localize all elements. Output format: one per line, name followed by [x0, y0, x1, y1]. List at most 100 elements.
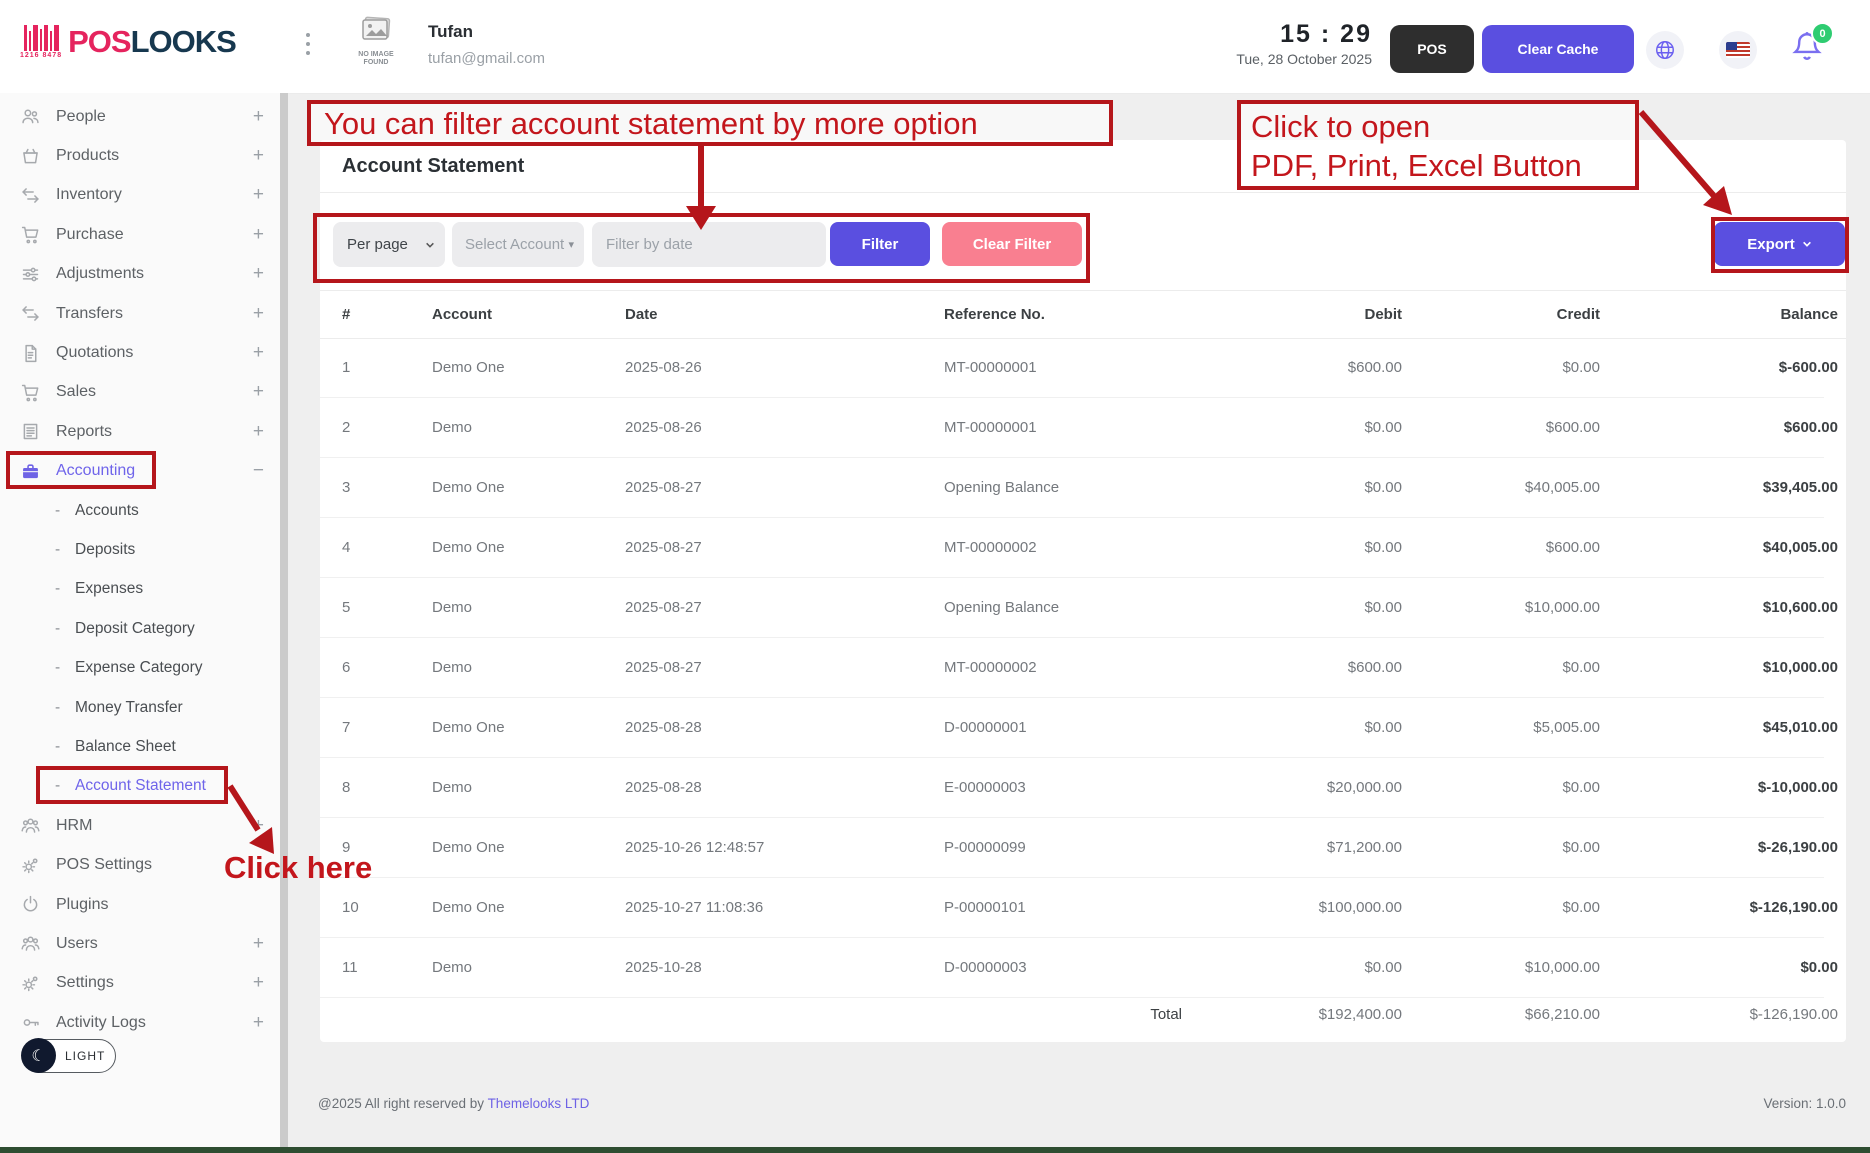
- expand-toggle-icon[interactable]: +: [253, 342, 264, 364]
- expand-toggle-icon[interactable]: +: [253, 815, 264, 837]
- sidebar-item-sales[interactable]: Sales+: [0, 373, 280, 412]
- chevron-down-icon: [1802, 239, 1812, 249]
- locale-flag-button[interactable]: [1719, 31, 1757, 69]
- sidebar-item-expense-category[interactable]: -Expense Category: [0, 648, 280, 687]
- sidebar-item-label: Deposits: [75, 541, 135, 559]
- sidebar-scrollbar[interactable]: [280, 93, 288, 1147]
- theme-toggle[interactable]: ☾ LIGHT: [22, 1039, 116, 1073]
- sidebar-item-deposit-category[interactable]: -Deposit Category: [0, 609, 280, 648]
- sidebar-item-activity-logs[interactable]: Activity Logs+: [0, 1003, 280, 1042]
- sidebar-item-label: POS Settings: [56, 856, 152, 874]
- clear-cache-button[interactable]: Clear Cache: [1482, 25, 1634, 73]
- table-cell: $0.00: [1402, 779, 1600, 796]
- expand-toggle-icon[interactable]: +: [253, 421, 264, 443]
- sidebar-item-plugins[interactable]: Plugins: [0, 885, 280, 924]
- sidebar-item-label: Balance Sheet: [75, 738, 176, 756]
- brand-logo[interactable]: 1216 8478 POSLOOKS: [20, 24, 236, 60]
- sidebar-item-hrm[interactable]: HRM+: [0, 806, 280, 845]
- per-page-select[interactable]: Per page: [333, 222, 445, 267]
- filter-button[interactable]: Filter: [830, 222, 930, 266]
- key-icon: [18, 1012, 42, 1034]
- table-cell: $600.00: [1402, 539, 1600, 556]
- table-cell: Demo: [432, 599, 625, 616]
- expand-toggle-icon[interactable]: +: [253, 224, 264, 246]
- account-statement-card: Account Statement Per page Select Accoun…: [320, 140, 1846, 1042]
- sidebar-item-label: Users: [56, 935, 98, 953]
- sidebar-item-balance-sheet[interactable]: -Balance Sheet: [0, 727, 280, 766]
- expand-toggle-icon[interactable]: +: [253, 106, 264, 128]
- date-filter-input[interactable]: [592, 222, 826, 267]
- table-row: 2Demo2025-08-26MT-00000001$0.00$600.00$6…: [320, 398, 1824, 458]
- sidebar-item-adjustments[interactable]: Adjustments +: [0, 255, 280, 294]
- table-cell: 1: [342, 359, 432, 376]
- table-cell: Demo: [432, 419, 625, 436]
- col-header-balance[interactable]: Balance: [1600, 306, 1838, 323]
- sidebar-item-deposits[interactable]: -Deposits: [0, 530, 280, 569]
- col-header-reference[interactable]: Reference No.: [944, 306, 1202, 323]
- select-account-dropdown[interactable]: Select Account ▾: [452, 222, 584, 267]
- user-avatar[interactable]: NO IMAGEFOUND: [348, 16, 404, 67]
- expand-toggle-icon[interactable]: +: [253, 1012, 264, 1034]
- sidebar-item-account-statement[interactable]: -Account Statement: [0, 767, 280, 806]
- sidebar-item-products[interactable]: Products+: [0, 136, 280, 175]
- sidebar-item-label: Adjustments: [56, 265, 144, 283]
- clear-filter-button[interactable]: Clear Filter: [942, 222, 1082, 266]
- col-header-date[interactable]: Date: [625, 306, 944, 323]
- table-cell: $0.00: [1402, 359, 1600, 376]
- table-cell: $0.00: [1202, 419, 1402, 436]
- sidebar-item-quotations[interactable]: Quotations+: [0, 333, 280, 372]
- table-cell: 6: [342, 659, 432, 676]
- table-cell: $40,005.00: [1600, 539, 1838, 556]
- sidebar-item-reports[interactable]: Reports+: [0, 412, 280, 451]
- pos-button[interactable]: POS: [1390, 25, 1474, 73]
- notifications-button[interactable]: 0: [1790, 28, 1834, 74]
- table-cell: $0.00: [1202, 479, 1402, 496]
- sidebar-item-purchase[interactable]: Purchase+: [0, 215, 280, 254]
- table-cell: $45,010.00: [1600, 719, 1838, 736]
- header-clock: 15 : 29 Tue, 28 October 2025: [1236, 20, 1372, 67]
- sidebar-item-label: People: [56, 108, 106, 126]
- sidebar-item-transfers[interactable]: Transfers+: [0, 294, 280, 333]
- export-button[interactable]: Export: [1714, 222, 1845, 266]
- col-header-account[interactable]: Account: [432, 306, 625, 323]
- table-row: 7Demo One2025-08-28D-00000001$0.00$5,005…: [320, 698, 1824, 758]
- dash-bullet: -: [55, 659, 75, 677]
- logo-text-pos: POS: [68, 24, 130, 60]
- sidebar-item-expenses[interactable]: -Expenses: [0, 570, 280, 609]
- sidebar-collapse-menu-icon[interactable]: [306, 33, 310, 55]
- col-header-debit[interactable]: Debit: [1202, 306, 1402, 323]
- total-debit: $192,400.00: [1202, 1006, 1402, 1023]
- table-cell: 2025-08-26: [625, 419, 944, 436]
- table-cell: 11: [342, 959, 432, 976]
- sidebar-item-users[interactable]: Users +: [0, 924, 280, 963]
- col-header-index[interactable]: #: [342, 306, 432, 323]
- expand-toggle-icon[interactable]: −: [253, 460, 264, 482]
- table-cell: $600.00: [1202, 359, 1402, 376]
- table-cell: $100,000.00: [1202, 899, 1402, 916]
- language-globe-button[interactable]: [1646, 31, 1684, 69]
- sidebar-item-people[interactable]: People +: [0, 97, 280, 136]
- expand-toggle-icon[interactable]: +: [253, 184, 264, 206]
- expand-toggle-icon[interactable]: +: [253, 933, 264, 955]
- expand-toggle-icon[interactable]: +: [253, 145, 264, 167]
- expand-toggle-icon[interactable]: +: [253, 263, 264, 285]
- col-header-credit[interactable]: Credit: [1402, 306, 1600, 323]
- sidebar-item-settings[interactable]: Settings+: [0, 964, 280, 1003]
- table-cell: $-600.00: [1600, 359, 1838, 376]
- table-cell: P-00000099: [944, 839, 1202, 856]
- expand-toggle-icon[interactable]: +: [253, 303, 264, 325]
- table-cell: $0.00: [1402, 899, 1600, 916]
- sidebar-item-inventory[interactable]: Inventory+: [0, 176, 280, 215]
- cart-icon: [18, 224, 42, 246]
- company-link[interactable]: Themelooks LTD: [488, 1096, 590, 1111]
- sidebar-item-accounting[interactable]: Accounting−: [0, 452, 280, 491]
- table-cell: 2025-10-27 11:08:36: [625, 899, 944, 916]
- sidebar-item-accounts[interactable]: -Accounts: [0, 491, 280, 530]
- table-cell: Opening Balance: [944, 599, 1202, 616]
- no-image-icon: [359, 16, 393, 44]
- sidebar-item-money-transfer[interactable]: -Money Transfer: [0, 688, 280, 727]
- file-icon: [18, 342, 42, 364]
- expand-toggle-icon[interactable]: +: [253, 972, 264, 994]
- plug-icon: [18, 894, 42, 916]
- expand-toggle-icon[interactable]: +: [253, 381, 264, 403]
